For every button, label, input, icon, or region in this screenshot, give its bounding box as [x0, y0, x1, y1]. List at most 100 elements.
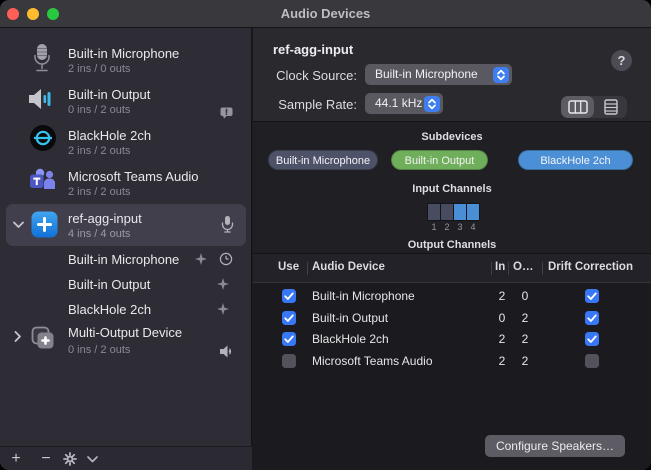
subdevice-title: Built-in Microphone	[68, 252, 179, 267]
device-subtitle: 2 ins / 2 outs	[68, 186, 130, 198]
sidebar-item-built-in-microphone[interactable]: Built-in Microphone 2 ins / 0 outs	[0, 37, 252, 78]
window-title: Audio Devices	[0, 0, 651, 28]
clock-source-popup[interactable]: Built-in Microphone	[365, 64, 512, 85]
subdevices-panel: Subdevices Built-in Microphone Built-in …	[253, 121, 651, 253]
clock-source-icon	[219, 252, 233, 266]
sidebar-item-multi-output-device[interactable]: Multi-Output Device 0 ins / 2 outs	[0, 321, 252, 363]
out-cell: 2	[519, 311, 531, 325]
column-separator	[491, 262, 492, 275]
out-cell: 2	[519, 332, 531, 346]
output-channels-heading: Output Channels	[253, 239, 651, 251]
subdevice-title: Built-in Output	[68, 277, 150, 292]
sample-rate-label: Sample Rate:	[267, 97, 357, 112]
sidebar-item-blackhole-2ch[interactable]: BlackHole 2ch 2 ins / 2 outs	[0, 119, 252, 160]
titlebar: Audio Devices	[0, 0, 651, 28]
sidebar-subitem-built-in-output[interactable]: Built-in Output	[0, 276, 252, 301]
drift-checkbox[interactable]	[585, 332, 599, 346]
subdevice-title: BlackHole 2ch	[68, 302, 151, 317]
in-cell: 2	[496, 354, 508, 368]
col-device[interactable]: Audio Device	[312, 261, 385, 273]
help-button[interactable]: ?	[611, 50, 632, 71]
device-title: Multi-Output Device	[68, 325, 182, 340]
add-device-button[interactable]: +	[7, 447, 25, 470]
audio-devices-window: Audio Devices Built-in Microphone 2 ins …	[0, 0, 651, 470]
sidebar-item-ref-agg-input-selected[interactable]: ref-agg-input 4 ins / 4 outs	[6, 204, 246, 246]
table-row[interactable]: BlackHole 2ch 2 2	[253, 329, 651, 350]
remove-device-button[interactable]: −	[37, 447, 55, 470]
sample-rate-value: 44.1 kHz	[375, 93, 422, 114]
table-row[interactable]: Microsoft Teams Audio 2 2	[253, 351, 651, 372]
blackhole-device-icon	[30, 125, 56, 151]
columns-view-icon[interactable]	[568, 100, 588, 114]
sidebar-subitem-built-in-microphone[interactable]: Built-in Microphone	[0, 251, 252, 276]
channel-cell-4	[467, 204, 479, 220]
out-cell: 2	[519, 354, 531, 368]
use-checkbox[interactable]	[282, 311, 296, 325]
use-checkbox[interactable]	[282, 354, 296, 368]
use-checkbox[interactable]	[282, 289, 296, 303]
device-cell: Microsoft Teams Audio	[312, 354, 433, 368]
drift-checkbox[interactable]	[585, 354, 599, 368]
device-subtitle: 2 ins / 0 outs	[68, 63, 130, 75]
device-title: Built-in Microphone	[68, 46, 179, 61]
gear-icon[interactable]	[63, 452, 77, 466]
selected-device-title: ref-agg-input	[273, 42, 353, 57]
sample-rate-popup[interactable]: 44.1 kHz	[365, 93, 443, 114]
teams-device-icon	[29, 168, 56, 193]
channel-cell-2	[441, 204, 453, 220]
subdevice-table: Use Audio Device In O… Drift Correction …	[253, 253, 651, 470]
aggregate-device-icon	[31, 211, 58, 238]
microphone-input-icon	[221, 215, 234, 233]
subdevices-heading: Subdevices	[253, 131, 651, 143]
device-subtitle: 0 ins / 2 outs	[68, 104, 130, 116]
column-separator	[508, 262, 509, 275]
sidebar-item-built-in-output[interactable]: Built-in Output 0 ins / 2 outs	[0, 78, 252, 119]
view-mode-segmented-control	[561, 96, 627, 118]
subdevice-pill-built-in-microphone[interactable]: Built-in Microphone	[268, 150, 378, 170]
device-title: ref-agg-input	[68, 211, 142, 226]
subdevice-pill-built-in-output[interactable]: Built-in Output	[391, 150, 488, 170]
channel-cell-1	[428, 204, 440, 220]
table-row[interactable]: Built-in Output 0 2	[253, 308, 651, 329]
device-cell: BlackHole 2ch	[312, 332, 389, 346]
clock-source-label: Clock Source:	[267, 68, 357, 83]
device-subtitle: 4 ins / 4 outs	[68, 228, 130, 240]
in-cell: 2	[496, 332, 508, 346]
alert-bubble-icon	[220, 107, 233, 119]
popup-stepper-icon	[424, 96, 440, 112]
clock-source-value: Built-in Microphone	[375, 64, 478, 85]
popup-stepper-icon	[493, 67, 509, 83]
input-channels-heading: Input Channels	[253, 183, 651, 195]
device-subtitle: 2 ins / 2 outs	[68, 145, 130, 157]
microphone-device-icon	[31, 43, 53, 73]
channel-numbers: 1 2 3 4	[427, 222, 480, 232]
drift-checkbox[interactable]	[585, 311, 599, 325]
device-cell: Built-in Microphone	[312, 289, 415, 303]
col-out[interactable]: O…	[513, 261, 533, 273]
drift-checkbox[interactable]	[585, 289, 599, 303]
subdevice-pill-blackhole-2ch[interactable]: BlackHole 2ch	[518, 150, 633, 170]
device-sidebar: Built-in Microphone 2 ins / 0 outs Built…	[0, 28, 252, 470]
drift-spark-icon	[217, 303, 229, 315]
list-view-icon[interactable]	[604, 99, 618, 115]
in-cell: 2	[496, 289, 508, 303]
drift-spark-icon	[195, 253, 207, 265]
col-use[interactable]: Use	[278, 261, 299, 273]
device-cell: Built-in Output	[312, 311, 388, 325]
configure-speakers-button[interactable]: Configure Speakers…	[485, 435, 625, 457]
speaker-device-icon	[28, 87, 54, 111]
chevron-down-icon[interactable]	[87, 456, 98, 463]
chevron-right-icon[interactable]	[14, 331, 22, 342]
out-cell: 0	[519, 289, 531, 303]
device-title: Microsoft Teams Audio	[68, 169, 199, 184]
sidebar-item-microsoft-teams-audio[interactable]: Microsoft Teams Audio 2 ins / 2 outs	[0, 160, 252, 201]
channel-cell-3	[454, 204, 466, 220]
table-header: Use Audio Device In O… Drift Correction	[253, 254, 651, 283]
use-checkbox[interactable]	[282, 332, 296, 346]
col-in[interactable]: In	[495, 261, 505, 273]
table-row[interactable]: Built-in Microphone 2 0	[253, 286, 651, 307]
input-channels-meter	[427, 203, 480, 221]
chevron-down-icon[interactable]	[13, 221, 24, 229]
column-separator	[307, 262, 308, 275]
col-drift[interactable]: Drift Correction	[548, 261, 633, 273]
